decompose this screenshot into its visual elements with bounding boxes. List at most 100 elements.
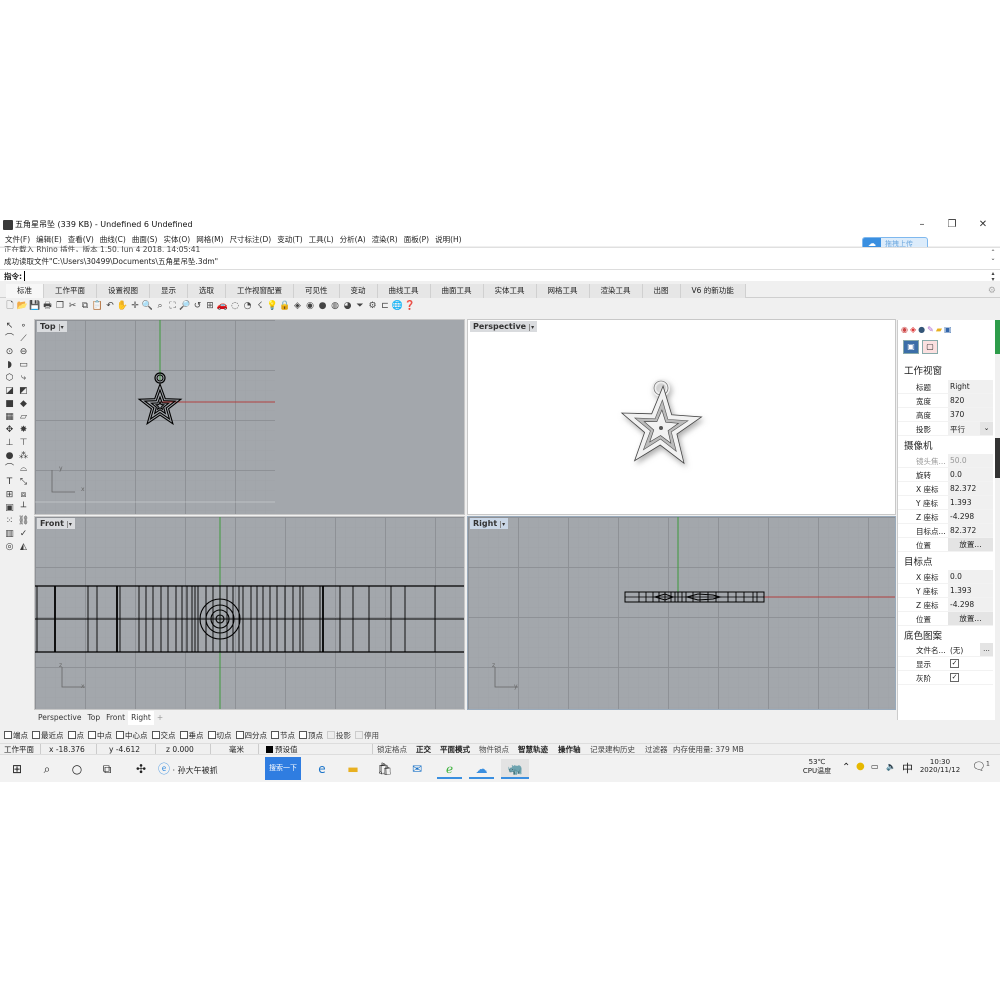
folder-icon[interactable]: ▰ bbox=[936, 325, 942, 334]
solid-tools-icon[interactable]: ▣ bbox=[3, 502, 16, 515]
viewport-tab[interactable]: Right bbox=[128, 711, 154, 725]
menu-item[interactable]: 分析(A) bbox=[337, 233, 369, 246]
pan-icon[interactable]: ✋ bbox=[117, 300, 129, 312]
color-wheel-icon[interactable]: ◉ bbox=[304, 300, 316, 312]
osnap-checkbox[interactable]: 四分点 bbox=[235, 730, 267, 742]
command-spin-arrows[interactable]: ▴ ▾ bbox=[989, 271, 997, 283]
open-icon[interactable]: 📂 bbox=[17, 300, 29, 312]
menu-item[interactable]: 面板(P) bbox=[401, 233, 432, 246]
toolbar-tab[interactable]: 设置视图 bbox=[97, 284, 150, 298]
toolbar-tab[interactable]: 工作平面 bbox=[44, 284, 97, 298]
toolbar-tab[interactable]: 显示 bbox=[150, 284, 188, 298]
undo-view-icon[interactable]: ↺ bbox=[192, 300, 204, 312]
toolbar-options-gear-icon[interactable]: ⚙ bbox=[988, 286, 996, 296]
control-point-curve-icon[interactable]: ⟋ bbox=[17, 333, 30, 346]
help-icon[interactable]: ❓ bbox=[404, 300, 416, 312]
toolbar-tab[interactable]: 工作视窗配置 bbox=[226, 284, 294, 298]
import-icon[interactable]: ❐ bbox=[54, 300, 66, 312]
select-icon[interactable]: ☇ bbox=[254, 300, 266, 312]
osnap-checkbox[interactable]: 点 bbox=[67, 730, 84, 742]
zoom-window-icon[interactable]: ⌕ bbox=[154, 300, 166, 312]
filter-icon[interactable]: ⏷ bbox=[354, 300, 366, 312]
viewport-front[interactable]: Front ▾ z x bbox=[34, 516, 465, 710]
zoom-extents-icon[interactable]: ⛶ bbox=[167, 300, 179, 312]
osnap-checkbox[interactable]: 中心点 bbox=[116, 730, 148, 742]
browse-wallpaper-button[interactable]: ... bbox=[980, 643, 993, 656]
chevron-up-icon[interactable]: ⌃ bbox=[842, 762, 850, 773]
car-icon[interactable]: 🚗 bbox=[217, 300, 229, 312]
check-icon[interactable]: ✓ bbox=[17, 528, 30, 541]
material-icon[interactable]: ● bbox=[918, 325, 925, 334]
save-icon[interactable]: 💾 bbox=[29, 300, 41, 312]
fillet-icon[interactable]: ⤷ bbox=[17, 372, 30, 385]
ie-news-item[interactable]: ⓔ · 孙大午被抓 bbox=[158, 759, 258, 779]
group-icon[interactable]: ● bbox=[3, 450, 16, 463]
store-icon[interactable]: 🛍 bbox=[374, 759, 396, 779]
circle-center-icon[interactable]: ⊙ bbox=[3, 346, 16, 359]
layer-icon[interactable]: ◈ bbox=[910, 325, 916, 334]
points-on-icon[interactable]: ◌ bbox=[229, 300, 241, 312]
viewport-title-perspective[interactable]: Perspective ▾ bbox=[470, 321, 538, 332]
box-icon[interactable]: ■ bbox=[3, 398, 16, 411]
menu-item[interactable]: 尺寸标注(D) bbox=[227, 233, 275, 246]
plane-icon[interactable]: ▱ bbox=[17, 411, 30, 424]
environment-sphere-icon[interactable]: ◕ bbox=[342, 300, 354, 312]
windows-start-icon[interactable]: ⊞ bbox=[8, 759, 26, 779]
options-gear-icon[interactable]: ⚙ bbox=[367, 300, 379, 312]
osnap-checkbox[interactable]: 中点 bbox=[88, 730, 112, 742]
point-icon[interactable]: ∘ bbox=[17, 320, 30, 333]
split-icon[interactable]: ⊤ bbox=[17, 437, 30, 450]
volume-icon[interactable]: 🔈 bbox=[886, 762, 896, 771]
viewport-tab-icon[interactable]: ▢ bbox=[922, 340, 938, 354]
trim-icon[interactable]: ⊥ bbox=[3, 437, 16, 450]
viewport-title-right[interactable]: Right ▾ bbox=[470, 518, 509, 529]
render-sphere-icon[interactable]: ● bbox=[317, 300, 329, 312]
search-icon[interactable]: ⌕ bbox=[38, 759, 56, 779]
viewport-perspective[interactable]: Perspective ▾ bbox=[467, 319, 896, 515]
mesh-icon[interactable]: ▦ bbox=[3, 411, 16, 424]
osnap-checkbox[interactable]: 切点 bbox=[207, 730, 232, 742]
explode-icon[interactable]: ✸ bbox=[17, 424, 30, 437]
menu-item[interactable]: 渲染(R) bbox=[369, 233, 401, 246]
restore-button[interactable]: ❐ bbox=[937, 218, 967, 232]
grayscale-wallpaper-checkbox[interactable]: ✓ bbox=[950, 673, 959, 682]
transform-icon[interactable]: ✥ bbox=[3, 424, 16, 437]
panel-scroll-thumb[interactable] bbox=[995, 438, 1000, 478]
render-icon[interactable]: ◎ bbox=[3, 541, 16, 554]
toolbar-tab[interactable]: 可见性 bbox=[294, 284, 340, 298]
osnap-checkbox[interactable]: 交点 bbox=[151, 730, 176, 742]
close-button[interactable]: ✕ bbox=[968, 218, 998, 232]
array-icon[interactable]: ⊞ bbox=[3, 489, 16, 502]
zoom-selected-icon[interactable]: 🔎 bbox=[179, 300, 191, 312]
lock-icon[interactable]: 🔒 bbox=[279, 300, 291, 312]
show-wallpaper-checkbox[interactable]: ✓ bbox=[950, 659, 959, 668]
dimension-tools-icon[interactable]: ┴ bbox=[17, 502, 30, 515]
undo-icon[interactable]: ↶ bbox=[104, 300, 116, 312]
security-app-icon[interactable]: ● bbox=[856, 761, 865, 772]
viewport-right[interactable]: Right ▾ z y bbox=[467, 516, 896, 710]
toolbar-tab[interactable]: 选取 bbox=[188, 284, 226, 298]
globe-icon[interactable]: 🌐 bbox=[392, 300, 404, 312]
panel-scrollbar[interactable] bbox=[995, 320, 1000, 720]
ime-indicator[interactable]: 中 bbox=[902, 760, 913, 776]
plus-icon[interactable]: + bbox=[154, 711, 166, 725]
surface-icon[interactable]: ◪ bbox=[3, 385, 16, 398]
new-icon[interactable]: 🗋 bbox=[4, 300, 16, 312]
ungroup-icon[interactable]: ⁂ bbox=[17, 450, 30, 463]
menu-item[interactable]: 工具(L) bbox=[306, 233, 337, 246]
scale-icon[interactable]: ⤡ bbox=[17, 476, 30, 489]
dimension-icon[interactable]: ⊏ bbox=[379, 300, 391, 312]
minimize-button[interactable]: – bbox=[907, 218, 937, 232]
paste-icon[interactable]: 📋 bbox=[92, 300, 104, 312]
viewport-title-front[interactable]: Front ▾ bbox=[37, 518, 75, 529]
extrude-icon[interactable]: ◩ bbox=[17, 385, 30, 398]
command-input[interactable] bbox=[24, 271, 984, 281]
viewport-tab[interactable]: Perspective bbox=[35, 711, 84, 725]
rhino-icon[interactable]: 🦏 bbox=[501, 759, 529, 779]
polygon-icon[interactable]: ⬡ bbox=[3, 372, 16, 385]
clock[interactable]: 10:30 2020/11/12 bbox=[918, 758, 962, 774]
viewport-top[interactable]: Top ▾ y x bbox=[34, 319, 465, 515]
notification-icon[interactable]: 🗨1 bbox=[972, 760, 990, 773]
osnap-checkbox[interactable]: 节点 bbox=[271, 730, 295, 742]
ellipse-icon[interactable]: ⊖ bbox=[17, 346, 30, 359]
